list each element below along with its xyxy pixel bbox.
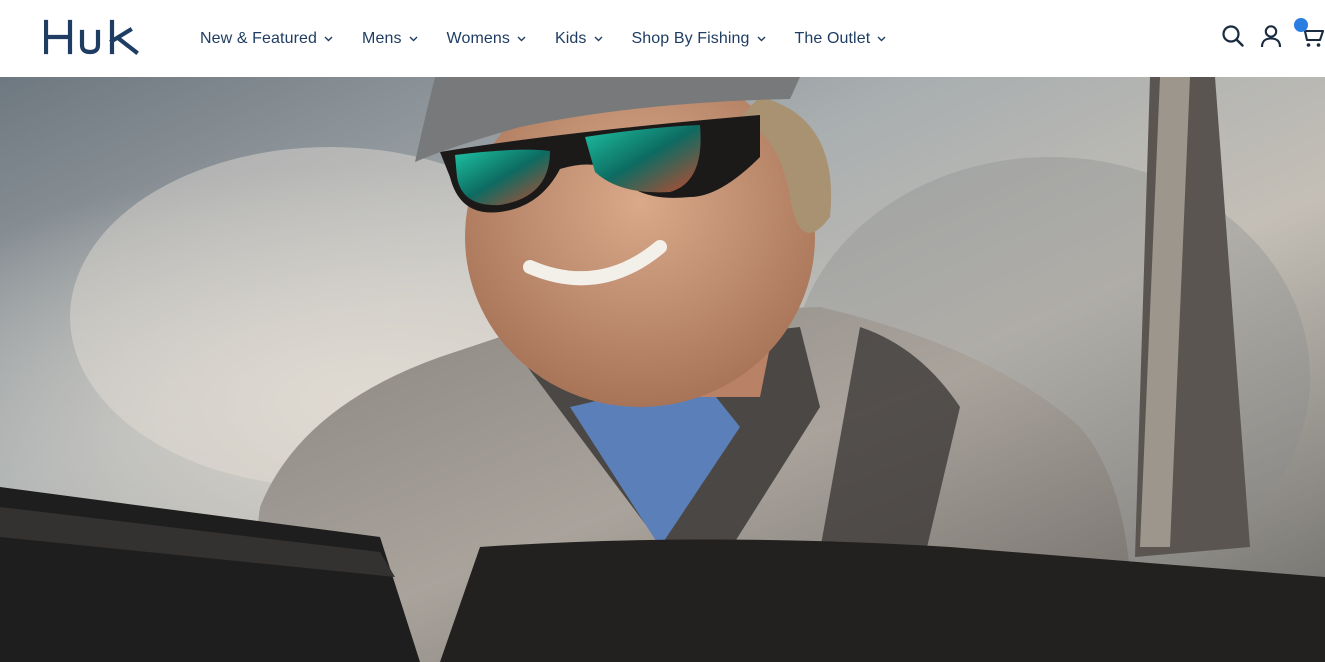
- chevron-down-icon: [877, 36, 886, 42]
- huk-logo[interactable]: [44, 18, 160, 56]
- chevron-down-icon: [409, 36, 418, 42]
- nav-item-the-outlet[interactable]: The Outlet: [795, 30, 887, 48]
- nav-item-new-featured[interactable]: New & Featured: [200, 30, 333, 48]
- nav-item-label: Womens: [446, 29, 510, 47]
- chevron-down-icon: [324, 36, 333, 42]
- nav-item-womens[interactable]: Womens: [447, 30, 526, 48]
- nav-item-shop-by-fishing[interactable]: Shop By Fishing: [632, 30, 766, 48]
- nav-item-label: Kids: [554, 29, 587, 47]
- huk-logo-mark: [44, 19, 139, 55]
- account-icon[interactable]: [1260, 24, 1282, 48]
- nav-item-mens[interactable]: Mens: [362, 30, 418, 48]
- cart-icon[interactable]: [1294, 18, 1325, 48]
- chevron-down-icon: [594, 36, 603, 42]
- search-icon[interactable]: [1221, 24, 1245, 48]
- chevron-down-icon: [517, 36, 526, 42]
- site-header: New & Featured Mens Womens Kids Shop By …: [0, 0, 1325, 77]
- hero-banner[interactable]: [0, 77, 1325, 662]
- nav-item-label: The Outlet: [794, 29, 871, 47]
- nav-item-label: Mens: [362, 29, 402, 47]
- main-nav: New & Featured Mens Womens Kids Shop By …: [200, 0, 915, 77]
- nav-item-label: New & Featured: [200, 29, 318, 47]
- cart-count-badge: [1294, 18, 1308, 32]
- nav-item-label: Shop By Fishing: [631, 29, 750, 47]
- nav-item-kids[interactable]: Kids: [555, 30, 603, 48]
- chevron-down-icon: [757, 36, 766, 42]
- hero-image: [0, 77, 1325, 662]
